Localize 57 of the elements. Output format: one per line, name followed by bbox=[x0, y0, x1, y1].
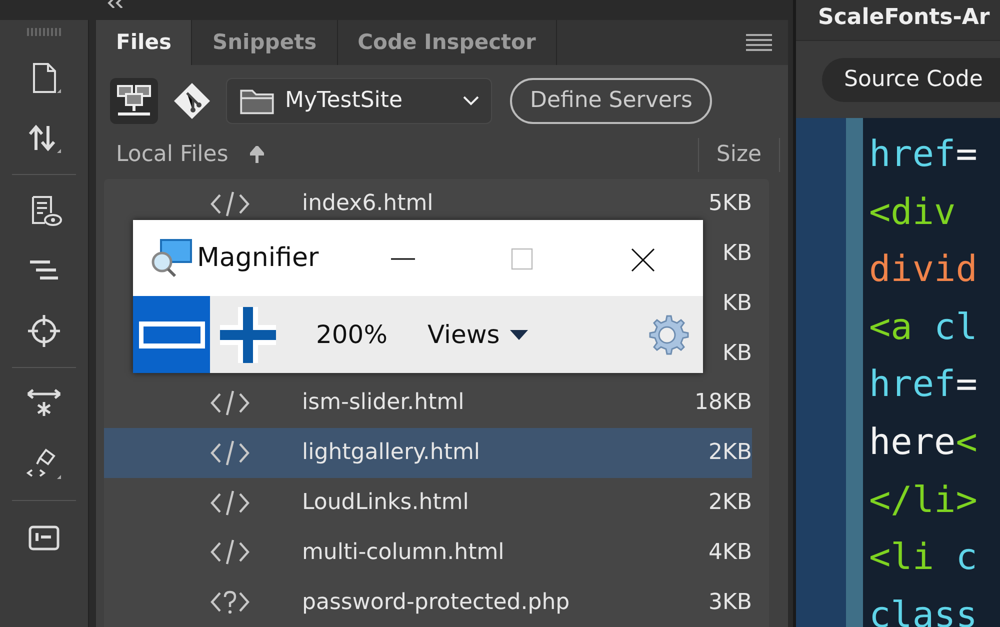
file-name[interactable]: multi-column.html bbox=[302, 540, 504, 565]
panel-tab[interactable]: Code Inspector bbox=[338, 20, 557, 65]
chevron-down-icon bbox=[463, 96, 479, 106]
code-file-icon bbox=[210, 490, 250, 516]
crosshair-icon[interactable] bbox=[26, 313, 62, 349]
column-header[interactable]: Size bbox=[699, 142, 779, 168]
document-tab[interactable]: ScaleFonts-Ar bbox=[796, 0, 1000, 40]
column-header[interactable]: Local Files bbox=[116, 142, 228, 168]
code-line: <li c bbox=[869, 536, 978, 580]
code-file-icon bbox=[210, 190, 250, 217]
server-icon[interactable] bbox=[110, 78, 158, 124]
window-title: Magnifier bbox=[197, 243, 319, 273]
code-line: </li> bbox=[869, 478, 978, 523]
file-size: 18KB bbox=[694, 390, 752, 416]
define-servers-button[interactable]: Define Servers bbox=[510, 78, 712, 124]
file-size: 4KB bbox=[708, 540, 752, 565]
file-size: 2KB bbox=[708, 490, 752, 515]
panel-tab[interactable]: Files bbox=[96, 20, 192, 65]
script-file-icon bbox=[210, 589, 250, 616]
file-name[interactable]: LoudLinks.html bbox=[302, 490, 469, 515]
file-row[interactable]: lightgallery.html 2KB bbox=[104, 428, 752, 478]
code-file-icon bbox=[210, 390, 250, 416]
caret-icon bbox=[510, 330, 528, 340]
panel-tab[interactable]: Snippets bbox=[192, 20, 338, 65]
file-size: KB bbox=[722, 340, 752, 366]
sort-up-icon[interactable] bbox=[250, 146, 264, 164]
zoom-out-button[interactable] bbox=[133, 296, 210, 373]
file-name[interactable]: password-protected.php bbox=[302, 590, 570, 615]
code-line: <a cl bbox=[869, 306, 978, 350]
file-name[interactable]: index6.html bbox=[302, 191, 434, 216]
zoom-level: 200% bbox=[316, 320, 388, 349]
brush-code-icon[interactable] bbox=[26, 446, 62, 482]
minus-icon bbox=[138, 320, 204, 350]
views-dropdown[interactable]: Views bbox=[421, 319, 534, 350]
file-name[interactable]: lightgallery.html bbox=[302, 440, 480, 466]
site-dropdown[interactable]: MyTestSite bbox=[226, 78, 492, 124]
code-line: href= bbox=[869, 363, 978, 408]
file-size: 3KB bbox=[708, 590, 752, 615]
file-size: 5KB bbox=[708, 191, 752, 216]
code-line: divid bbox=[869, 248, 978, 292]
menu-icon[interactable] bbox=[746, 33, 772, 51]
code-line: href= bbox=[869, 133, 978, 177]
code-file-icon bbox=[210, 539, 250, 566]
code-line: <div bbox=[869, 190, 957, 235]
file-size: 2KB bbox=[708, 440, 752, 466]
magnifier-app-icon bbox=[149, 238, 193, 278]
code-file-icon bbox=[210, 440, 250, 466]
close-icon[interactable] bbox=[631, 248, 655, 272]
file-size: KB bbox=[722, 241, 752, 266]
code-line: here< bbox=[869, 420, 978, 465]
minimize-icon[interactable] bbox=[391, 258, 415, 260]
source-code-button[interactable]: Source Code bbox=[822, 58, 1000, 102]
code-line: class bbox=[869, 594, 978, 627]
file-size: KB bbox=[722, 290, 752, 316]
git-icon[interactable] bbox=[172, 80, 212, 121]
drag-handle[interactable] bbox=[27, 28, 61, 36]
file-name[interactable]: ism-slider.html bbox=[302, 390, 464, 416]
